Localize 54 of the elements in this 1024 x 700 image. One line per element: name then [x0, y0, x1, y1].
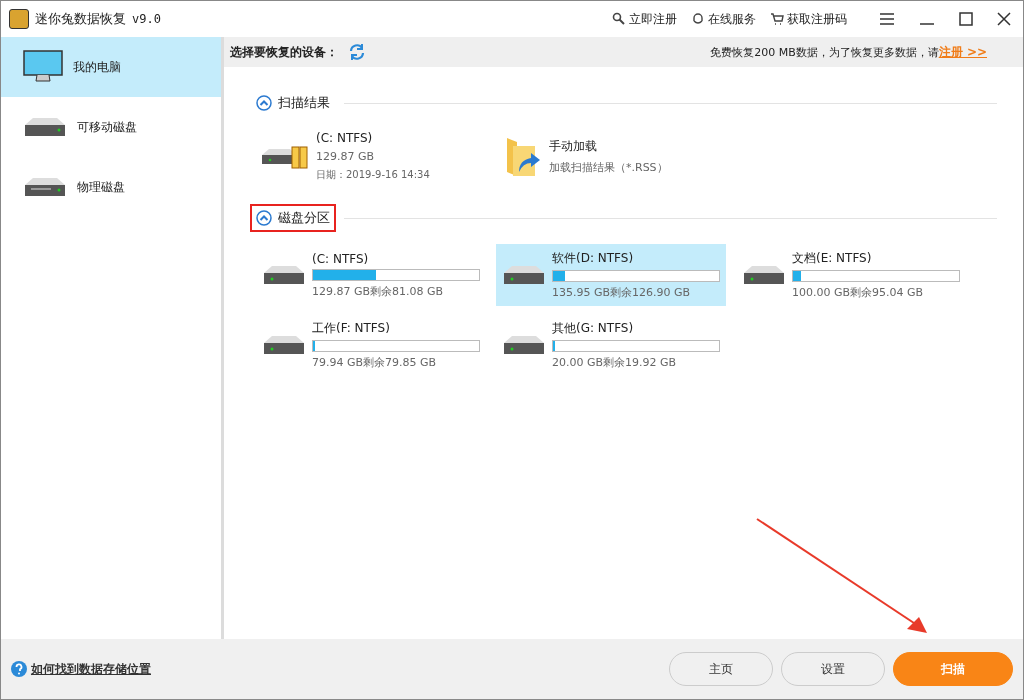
- result-size: 129.87 GB: [316, 150, 376, 163]
- title-action-link[interactable]: 在线服务: [691, 10, 756, 28]
- sidebar-item[interactable]: 我的电脑: [1, 37, 221, 97]
- app-logo-icon: [9, 9, 29, 29]
- drive-icon: [742, 263, 786, 287]
- result-name: (C: NTFS): [316, 131, 374, 145]
- drive-icon: [502, 263, 546, 287]
- section-heading[interactable]: 扫描结果: [250, 89, 336, 117]
- partition-name: 其他(G: NTFS): [552, 320, 635, 337]
- partition-size: 20.00 GB剩余19.92 GB: [552, 355, 678, 370]
- partition-card[interactable]: 软件(D: NTFS) 135.95 GB剩余126.90 GB: [496, 244, 726, 306]
- collapse-icon: [256, 95, 272, 111]
- version-label: v9.0: [132, 12, 161, 26]
- help-icon: [11, 661, 27, 677]
- partition-card[interactable]: 文档(E: NTFS) 100.00 GB剩余95.04 GB: [736, 244, 966, 306]
- close-icon[interactable]: [997, 12, 1011, 26]
- partition-card[interactable]: 工作(F: NTFS) 79.94 GB剩余79.85 GB: [256, 314, 486, 376]
- drive-icon: [262, 333, 306, 357]
- result-date: 日期：2019-9-16 14:34: [316, 168, 430, 182]
- title-action-link[interactable]: 获取注册码: [770, 10, 847, 28]
- partition-name: 文档(E: NTFS): [792, 250, 873, 267]
- drive-icon: [260, 143, 308, 170]
- partition-size: 129.87 GB剩余81.08 GB: [312, 283, 445, 299]
- footer-button[interactable]: 主页: [669, 652, 773, 686]
- partition-size: 100.00 GB剩余95.04 GB: [792, 285, 925, 300]
- collapse-icon: [256, 210, 272, 226]
- promo-text: 免费恢复200 MB数据，为了恢复更多数据，请: [710, 44, 939, 60]
- search-icon: [612, 12, 626, 26]
- section-heading[interactable]: 磁盘分区: [250, 204, 336, 232]
- load-title[interactable]: 手动加载: [549, 138, 668, 155]
- partition-name: 工作(F: NTFS): [312, 320, 391, 337]
- refresh-icon[interactable]: [348, 43, 366, 61]
- partition-name: 软件(D: NTFS): [552, 250, 635, 267]
- load-description: 加载扫描结果（*.RSS）: [549, 160, 668, 175]
- partition-card[interactable]: (C: NTFS) 129.87 GB剩余81.08 GB: [256, 244, 486, 306]
- partition-name: (C: NTFS): [312, 251, 370, 266]
- footer-button[interactable]: 设置: [781, 652, 885, 686]
- monitor-icon: [23, 50, 63, 84]
- folder-icon: [505, 135, 541, 178]
- drive-icon: [262, 263, 306, 287]
- partition-size: 135.95 GB剩余126.90 GB: [552, 285, 692, 300]
- sidebar-item[interactable]: 可移动磁盘: [1, 97, 221, 157]
- device-heading: 选择要恢复的设备：: [230, 43, 338, 61]
- partition-card[interactable]: 其他(G: NTFS) 20.00 GB剩余19.92 GB: [496, 314, 726, 376]
- drive-icon: [23, 116, 67, 138]
- sidebar-item[interactable]: 物理磁盘: [1, 157, 221, 217]
- menu-icon[interactable]: [879, 12, 895, 26]
- cart-icon: [770, 12, 784, 26]
- title-action-link[interactable]: 立即注册: [612, 10, 677, 28]
- partition-size: 79.94 GB剩余79.85 GB: [312, 355, 438, 370]
- drive-icon: [23, 176, 67, 198]
- drive-icon: [502, 333, 546, 357]
- window-title: 迷你兔数据恢复: [35, 10, 126, 28]
- maximize-icon[interactable]: [959, 12, 973, 26]
